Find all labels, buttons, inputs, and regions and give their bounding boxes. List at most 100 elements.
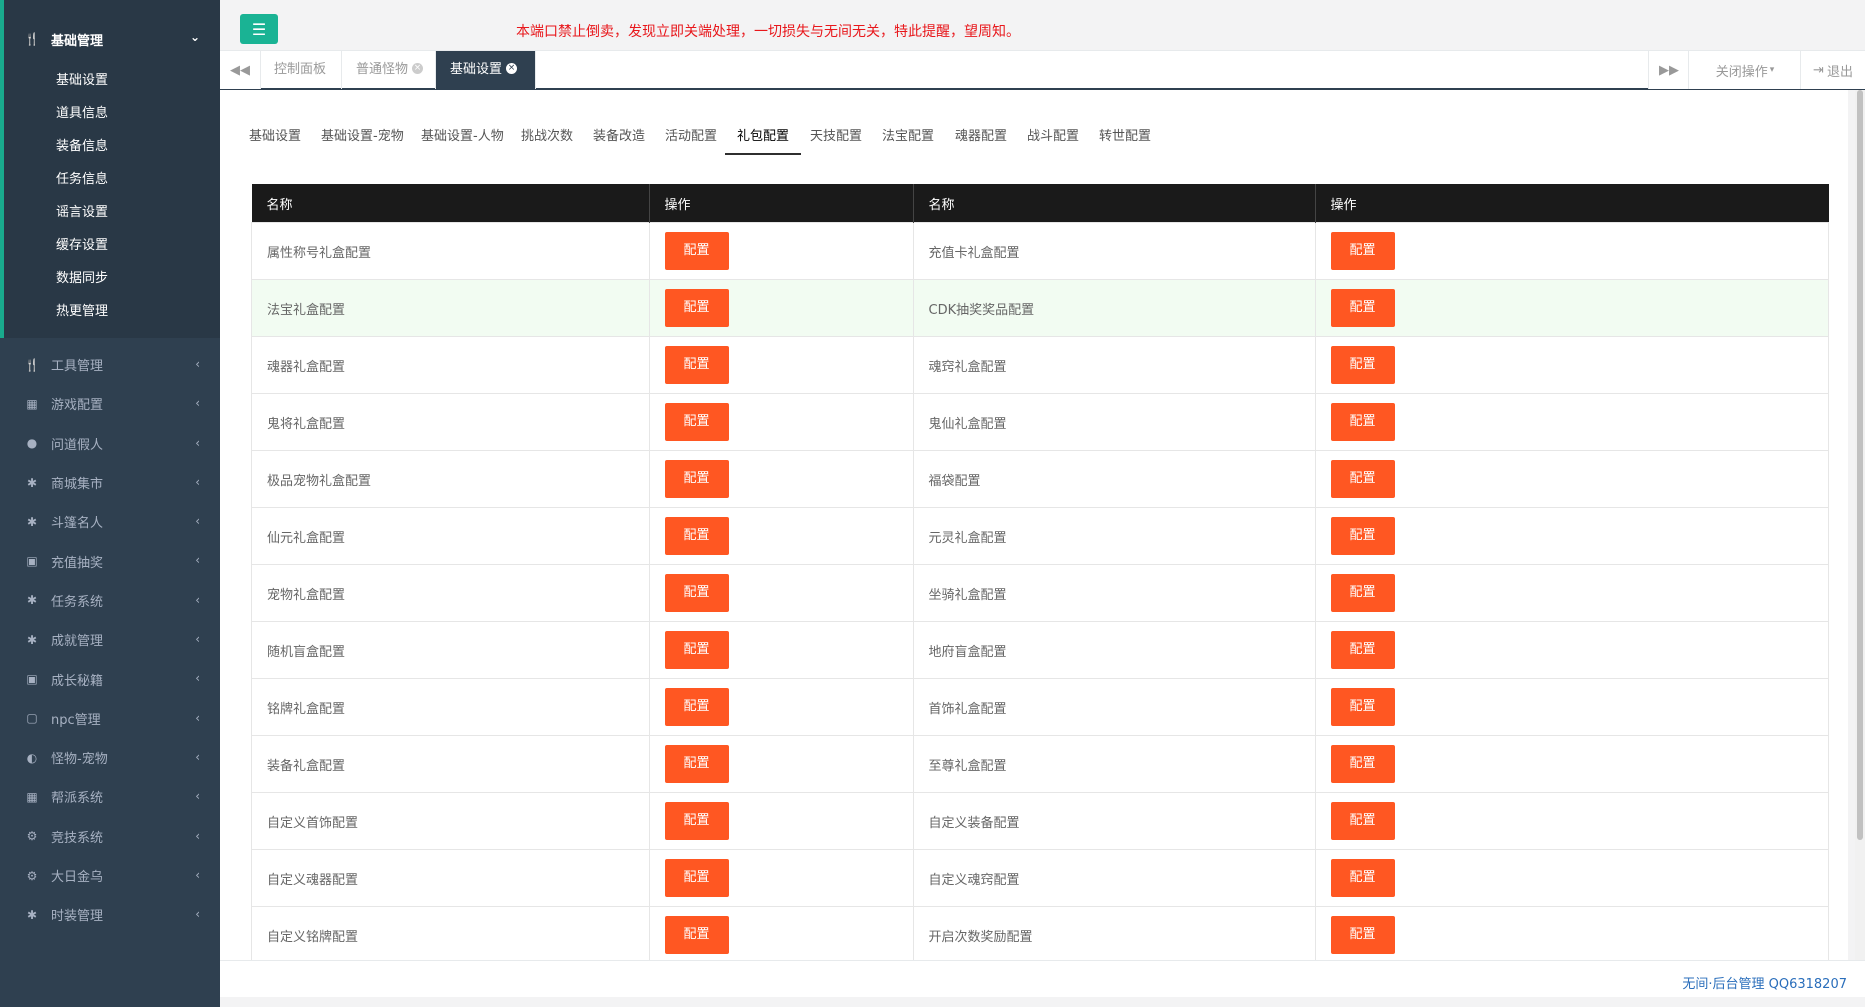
subtab-8[interactable]: 法宝配置: [882, 125, 934, 154]
close-operations-button[interactable]: 关闭操作 ▾: [1688, 51, 1801, 89]
sidebar-subitem[interactable]: 任务信息: [4, 163, 220, 196]
sidebar-item[interactable]: ▦ 帮派系统 ‹: [0, 777, 220, 816]
sidebar-item[interactable]: ● 问道假人 ‹: [0, 424, 220, 463]
page-scrollbar[interactable]: [1855, 90, 1865, 960]
gift-name-cell: 鬼仙礼盒配置: [912, 393, 1316, 451]
sidebar-subitem[interactable]: 数据同步: [4, 262, 220, 295]
gift-name-cell: 属性称号礼盒配置: [251, 222, 650, 280]
gear-icon: ✱: [26, 907, 38, 922]
subtab-3[interactable]: 挑战次数: [521, 125, 573, 154]
configure-button[interactable]: 配置: [664, 517, 729, 555]
sidebar-subitem[interactable]: 缓存设置: [4, 229, 220, 262]
sidebar-item[interactable]: ⚙ 大日金乌 ‹: [0, 856, 220, 895]
configure-button[interactable]: 配置: [1330, 631, 1395, 669]
action-cell: 配置: [1314, 792, 1829, 850]
subtab-5[interactable]: 活动配置: [665, 125, 717, 154]
subtab-6[interactable]: 礼包配置: [725, 125, 802, 155]
configure-button[interactable]: 配置: [1330, 916, 1395, 954]
configure-button[interactable]: 配置: [1330, 232, 1395, 270]
subtab-10[interactable]: 战斗配置: [1027, 125, 1079, 154]
configure-button[interactable]: 配置: [664, 232, 729, 270]
action-cell: 配置: [648, 393, 914, 451]
close-icon[interactable]: ×: [412, 63, 424, 74]
square-icon: ▢: [26, 711, 38, 726]
table-icon: ▦: [26, 789, 38, 804]
tab-1[interactable]: 普通怪物 ×: [342, 51, 436, 89]
configure-button[interactable]: 配置: [664, 688, 729, 726]
sidebar-item[interactable]: ✱ 商城集市 ‹: [0, 463, 220, 502]
sidebar-item[interactable]: ✱ 成就管理 ‹: [0, 620, 220, 659]
gift-name-cell: 法宝礼盒配置: [251, 279, 650, 337]
configure-button[interactable]: 配置: [664, 289, 729, 327]
gift-name-cell: 自定义首饰配置: [251, 792, 650, 850]
sidebar-item[interactable]: ▣ 成长秘籍 ‹: [0, 659, 220, 698]
sidebar-item[interactable]: ▣ 充值抽奖 ‹: [0, 541, 220, 580]
tab-scroll-left-button[interactable]: ◀◀: [220, 51, 261, 89]
configure-button[interactable]: 配置: [1330, 688, 1395, 726]
tab-0[interactable]: 控制面板: [260, 51, 342, 89]
tab-bar: ◀◀ 控制面板 普通怪物 × 基础设置 × ▶▶ 关闭操作 ▾ ⇥ 退出: [220, 50, 1865, 90]
sidebar-item-basic-management[interactable]: 🍴 基础管理 ⌄: [4, 0, 220, 78]
configure-button[interactable]: 配置: [1330, 403, 1395, 441]
sidebar-subitem[interactable]: 装备信息: [4, 130, 220, 163]
sidebar-item[interactable]: ✱ 任务系统 ‹: [0, 581, 220, 620]
sidebar-subitem[interactable]: 热更管理: [4, 295, 220, 328]
configure-button[interactable]: 配置: [664, 403, 729, 441]
caret-down-icon: ▾: [1769, 65, 1775, 75]
configure-button[interactable]: 配置: [1330, 460, 1395, 498]
configure-button[interactable]: 配置: [1330, 517, 1395, 555]
table-row: 自定义魂器配置 配置 自定义魂窍配置 配置: [251, 849, 1829, 907]
sidebar-item[interactable]: ✱ 斗篷名人 ‹: [0, 502, 220, 541]
configure-button[interactable]: 配置: [664, 745, 729, 783]
table-row: 装备礼盒配置 配置 至尊礼盒配置 配置: [251, 735, 1829, 793]
table-body: 属性称号礼盒配置 配置 充值卡礼盒配置 配置 法宝礼盒配置 配置 CDK抽奖奖品配置 配置 魂器…: [251, 222, 1829, 960]
subtab-4[interactable]: 装备改造: [593, 125, 645, 154]
scrollbar-thumb[interactable]: [1857, 90, 1863, 840]
configure-button[interactable]: 配置: [1330, 574, 1395, 612]
exit-button[interactable]: ⇥ 退出: [1800, 51, 1865, 89]
sidebar-item[interactable]: ⚙ 竞技系统 ‹: [0, 817, 220, 856]
configure-button[interactable]: 配置: [664, 346, 729, 384]
sidebar-item-label: 游戏配置: [51, 398, 104, 414]
sidebar-item[interactable]: ✱ 时装管理 ‹: [0, 895, 220, 934]
configure-button[interactable]: 配置: [1330, 346, 1395, 384]
configure-button[interactable]: 配置: [664, 574, 729, 612]
subtab-1[interactable]: 基础设置-宠物: [321, 125, 404, 154]
subtab-7[interactable]: 天技配置: [810, 125, 862, 154]
money-icon: ▣: [26, 672, 38, 687]
configure-button[interactable]: 配置: [664, 802, 729, 840]
gears-icon: ⚙: [26, 829, 38, 844]
configure-button[interactable]: 配置: [664, 631, 729, 669]
subtab-9[interactable]: 魂器配置: [955, 125, 1007, 154]
sidebar-item[interactable]: ◐ 怪物-宠物 ‹: [0, 738, 220, 777]
sidebar-item[interactable]: 🍴 工具管理 ‹: [0, 345, 220, 384]
action-cell: 配置: [1314, 906, 1829, 960]
sidebar-item[interactable]: ▢ npc管理 ‹: [0, 699, 220, 738]
configure-button[interactable]: 配置: [664, 460, 729, 498]
configure-button[interactable]: 配置: [1330, 802, 1395, 840]
sidebar-item[interactable]: ▦ 游戏配置 ‹: [0, 384, 220, 423]
action-cell: 配置: [1314, 735, 1829, 793]
close-icon[interactable]: ×: [506, 63, 518, 74]
sidebar-item-label: 工具管理: [51, 359, 104, 375]
configure-button[interactable]: 配置: [1330, 745, 1395, 783]
gear-icon: ✱: [26, 632, 38, 647]
sidebar-subitem[interactable]: 谣言设置: [4, 196, 220, 229]
gift-name-cell: 自定义装备配置: [912, 792, 1316, 850]
close-operations-label: 关闭操作: [1715, 64, 1768, 80]
forward-icon: ▶▶: [1659, 62, 1679, 78]
gift-name-cell: 自定义魂窍配置: [912, 849, 1316, 907]
action-cell: 配置: [648, 906, 914, 960]
subtab-11[interactable]: 转世配置: [1099, 125, 1151, 154]
chevron-left-icon: ‹: [195, 435, 200, 450]
tab-scroll-right-button[interactable]: ▶▶: [1648, 51, 1689, 89]
subtab-2[interactable]: 基础设置-人物: [421, 125, 504, 154]
configure-button[interactable]: 配置: [664, 916, 729, 954]
sidebar-subitem[interactable]: 道具信息: [4, 97, 220, 130]
menu-toggle-button[interactable]: ☰: [240, 14, 278, 44]
configure-button[interactable]: 配置: [664, 859, 729, 897]
subtab-0[interactable]: 基础设置: [249, 125, 301, 154]
configure-button[interactable]: 配置: [1330, 289, 1395, 327]
tab-2[interactable]: 基础设置 ×: [436, 51, 536, 89]
configure-button[interactable]: 配置: [1330, 859, 1395, 897]
